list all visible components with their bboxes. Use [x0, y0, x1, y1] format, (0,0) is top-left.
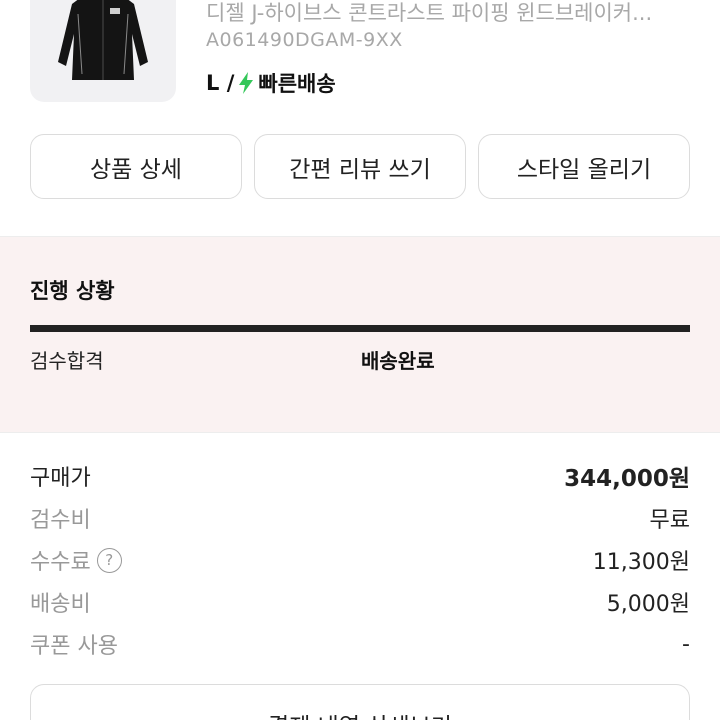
purchase-price-value: 344,000원: [564, 466, 690, 492]
fast-shipping-label: 빠른배송: [258, 72, 336, 96]
commission-label: 수수료: [30, 550, 91, 575]
write-review-button[interactable]: 간편 리뷰 쓰기: [254, 134, 466, 199]
product-size: L /: [206, 71, 235, 95]
shipping-fee-label: 배송비: [30, 592, 91, 617]
fee-label-group: 수수료 ?: [30, 544, 122, 576]
price-row-purchase: 구매가 344,000원: [30, 455, 690, 497]
price-row-coupon: 쿠폰 사용 -: [30, 623, 690, 665]
coupon-value: -: [682, 631, 690, 657]
product-summary[interactable]: 디젤 J-하이브스 콘트라스트 파이핑 윈드브레이커... A061490DGA…: [30, 0, 690, 104]
lightning-bolt-icon: [239, 72, 254, 94]
price-breakdown: 구매가 344,000원 검수비 무료 수수료 ? 11,300원 배송비 5,…: [30, 455, 690, 665]
price-row-inspection: 검수비 무료: [30, 497, 690, 539]
commission-value: 11,300원: [592, 550, 690, 575]
product-thumbnail[interactable]: [30, 0, 176, 102]
inspection-fee-value: 무료: [649, 508, 690, 533]
product-name: 디젤 J-하이브스 콘트라스트 파이핑 윈드브레이커...: [206, 1, 653, 25]
payment-detail-button[interactable]: 결제 내역 상세보기: [30, 684, 690, 720]
progress-bar: [30, 325, 690, 332]
price-row-shipping: 배송비 5,000원: [30, 581, 690, 623]
product-code: A061490DGAM-9XX: [206, 29, 403, 51]
shipping-fee-value: 5,000원: [606, 592, 690, 617]
progress-title: 진행 상황: [30, 279, 115, 303]
coupon-label: 쿠폰 사용: [30, 634, 118, 659]
progress-section: 진행 상황 검수합격 배송완료: [0, 236, 720, 433]
step-inspection-passed: 검수합격: [30, 349, 104, 373]
inspection-fee-label: 검수비: [30, 508, 91, 533]
product-detail-button[interactable]: 상품 상세: [30, 134, 242, 199]
order-detail-page: 디젤 J-하이브스 콘트라스트 파이핑 윈드브레이커... A061490DGA…: [0, 0, 720, 720]
product-option: L / 빠른배송: [206, 68, 336, 98]
post-style-button[interactable]: 스타일 올리기: [478, 134, 690, 199]
question-circle-icon[interactable]: ?: [96, 547, 122, 573]
price-row-fee: 수수료 ? 11,300원: [30, 539, 690, 581]
purchase-price-label: 구매가: [30, 466, 91, 491]
step-delivered: 배송완료: [361, 349, 435, 373]
action-buttons: 상품 상세 간편 리뷰 쓰기 스타일 올리기: [30, 134, 690, 199]
jacket-image: [58, 0, 148, 80]
